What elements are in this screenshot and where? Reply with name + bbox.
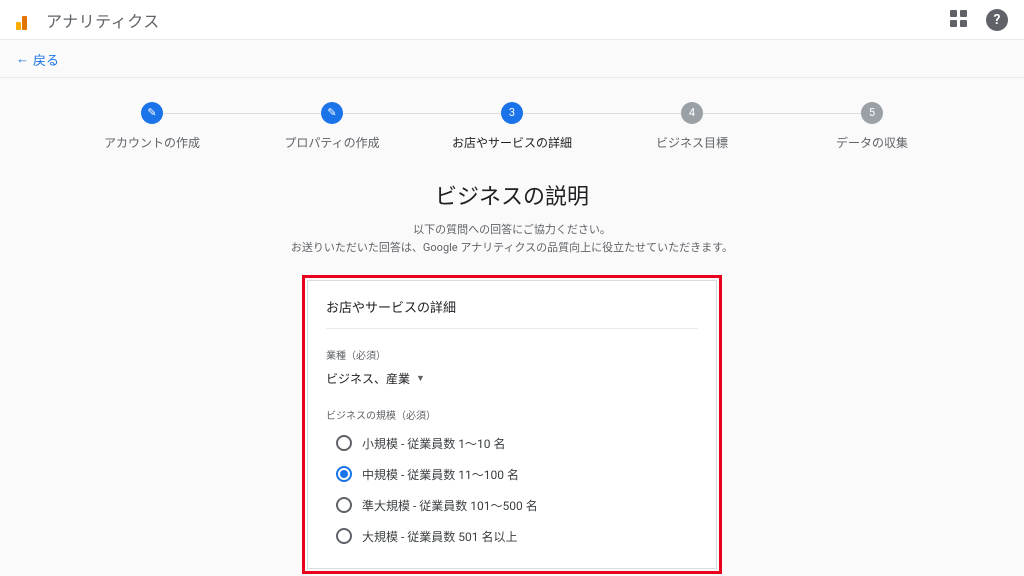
step-label: プロパティの作成 — [284, 134, 379, 151]
apps-grid-icon[interactable] — [950, 10, 970, 30]
step-number: 5 — [861, 102, 883, 124]
back-label: 戻る — [33, 50, 59, 69]
card-title: お店やサービスの詳細 — [326, 297, 698, 329]
industry-label: 業種（必須） — [326, 347, 698, 362]
app-title: アナリティクス — [46, 8, 160, 32]
radio-icon — [336, 528, 352, 544]
arrow-left-icon: ← — [16, 51, 29, 67]
card-wrap: お店やサービスの詳細 業種（必須） ビジネス、産業 ▼ ビジネスの規模（必須） … — [0, 275, 1024, 574]
radio-label: 準大規模 - 従業員数 101～500 名 — [362, 497, 538, 514]
size-option-small[interactable]: 小規模 - 従業員数 1～10 名 — [336, 428, 698, 459]
step-label: データの収集 — [836, 134, 908, 151]
header-right: ? — [950, 9, 1008, 31]
industry-dropdown[interactable]: ビジネス、産業 ▼ — [326, 370, 425, 387]
caret-down-icon: ▼ — [416, 373, 425, 384]
radio-label: 大規模 - 従業員数 501 名以上 — [362, 528, 517, 545]
back-bar: ← 戻る — [0, 40, 1024, 78]
step-number: 4 — [681, 102, 703, 124]
size-radio-group: 小規模 - 従業員数 1～10 名 中規模 - 従業員数 11～100 名 準大… — [336, 428, 698, 552]
step-account[interactable]: アカウントの作成 — [62, 102, 242, 151]
details-card: お店やサービスの詳細 業種（必須） ビジネス、産業 ▼ ビジネスの規模（必須） … — [307, 280, 717, 569]
highlight-border: お店やサービスの詳細 業種（必須） ビジネス、産業 ▼ ビジネスの規模（必須） … — [302, 275, 722, 574]
radio-icon — [336, 466, 352, 482]
back-link[interactable]: ← 戻る — [16, 50, 59, 69]
header-left: アナリティクス — [16, 8, 160, 32]
page-subtext-1: 以下の質問への回答にご協力ください。 — [0, 221, 1024, 237]
pencil-icon — [321, 102, 343, 124]
step-label: ビジネス目標 — [656, 134, 728, 151]
radio-icon — [336, 435, 352, 451]
industry-value: ビジネス、産業 — [326, 370, 410, 387]
step-label: お店やサービスの詳細 — [452, 134, 572, 151]
step-number: 3 — [501, 102, 523, 124]
analytics-logo-icon — [16, 10, 36, 30]
radio-label: 小規模 - 従業員数 1～10 名 — [362, 435, 505, 452]
size-option-large[interactable]: 大規模 - 従業員数 501 名以上 — [336, 521, 698, 552]
step-property[interactable]: プロパティの作成 — [242, 102, 422, 151]
radio-icon — [336, 497, 352, 513]
pencil-icon — [141, 102, 163, 124]
page-subtext-2: お送りいただいた回答は、Google アナリティクスの品質向上に役立たせていただ… — [0, 239, 1024, 255]
stepper: アカウントの作成 プロパティの作成 3 お店やサービスの詳細 4 ビジネス目標 … — [0, 102, 1024, 151]
radio-label: 中規模 - 従業員数 11～100 名 — [362, 466, 519, 483]
content-area: アカウントの作成 プロパティの作成 3 お店やサービスの詳細 4 ビジネス目標 … — [0, 78, 1024, 576]
step-label: アカウントの作成 — [104, 134, 200, 151]
size-option-medium[interactable]: 中規模 - 従業員数 11～100 名 — [336, 459, 698, 490]
step-business-details[interactable]: 3 お店やサービスの詳細 — [422, 102, 602, 151]
page-heading: ビジネスの説明 — [0, 179, 1024, 211]
step-goals[interactable]: 4 ビジネス目標 — [602, 102, 782, 151]
size-option-semi-large[interactable]: 準大規模 - 従業員数 101～500 名 — [336, 490, 698, 521]
app-header: アナリティクス ? — [0, 0, 1024, 40]
size-label: ビジネスの規模（必須） — [326, 407, 698, 422]
help-icon[interactable]: ? — [986, 9, 1008, 31]
step-data-collection[interactable]: 5 データの収集 — [782, 102, 962, 151]
